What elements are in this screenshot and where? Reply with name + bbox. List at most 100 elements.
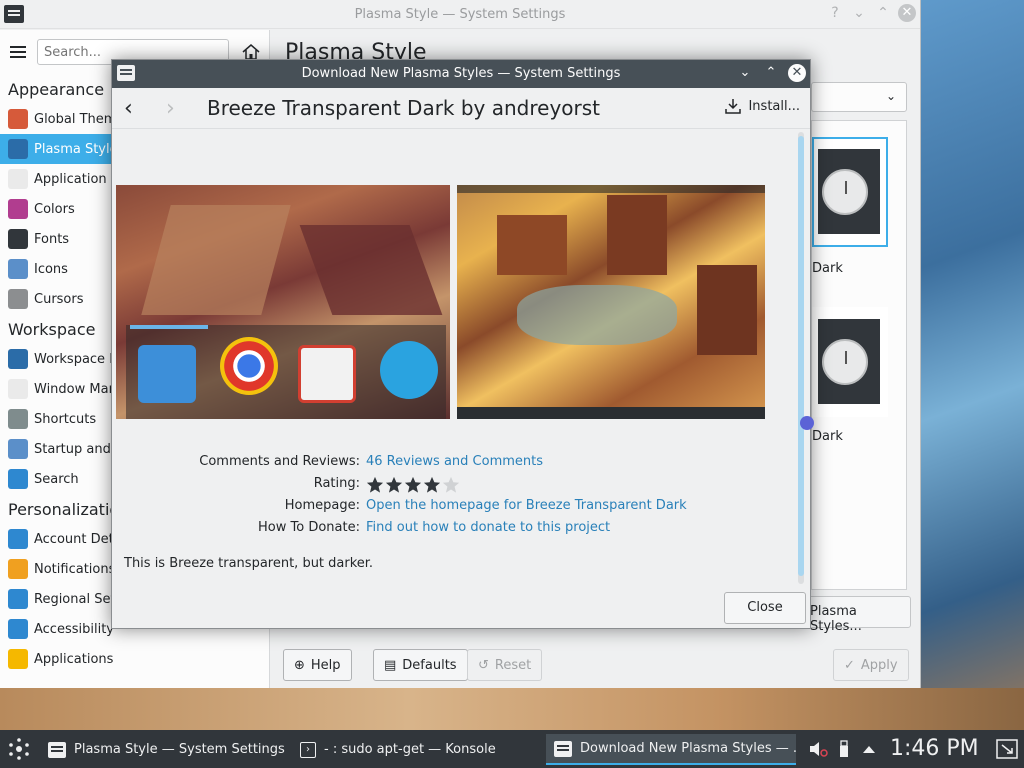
chevron-down-icon: ⌄ — [885, 89, 896, 103]
minimize-icon[interactable]: ⌄ — [736, 64, 754, 82]
regional-settings-icon — [8, 589, 28, 609]
rating-stars — [366, 476, 460, 494]
applications-icon — [8, 649, 28, 669]
scrollbar-grip[interactable] — [800, 416, 814, 430]
homepage-link[interactable]: Open the homepage for Breeze Transparent… — [366, 498, 687, 513]
sidebar-item-applications[interactable]: Applications — [0, 644, 269, 674]
plasma-style-icon — [8, 139, 28, 159]
theme-card[interactable] — [812, 137, 888, 247]
sidebar-item-label: Search — [34, 471, 79, 487]
shortcuts-icon — [8, 409, 28, 429]
startup-shutdown-icon — [8, 439, 28, 459]
sidebar-item-label: Shortcuts — [34, 411, 97, 427]
dialog-scrollbar[interactable] — [798, 132, 804, 584]
desktop-wallpaper-bottom — [0, 688, 1024, 730]
comments-link[interactable]: 46 Reviews and Comments — [366, 454, 543, 469]
apply-button[interactable]: ✓ Apply — [833, 649, 909, 681]
theme-card[interactable] — [812, 307, 888, 417]
task-label: Download New Plasma Styles — ... — [580, 741, 796, 756]
reset-button-label: Reset — [494, 657, 532, 673]
taskbar-preview — [457, 407, 765, 419]
workspace-behavior-icon — [8, 349, 28, 369]
main-window-title: Plasma Style — System Settings — [354, 7, 566, 22]
defaults-button[interactable]: ▤ Defaults — [373, 649, 468, 681]
rating-label: Rating: — [313, 476, 360, 491]
sidebar-item-label: Cursors — [34, 291, 84, 307]
window-management-icon — [8, 379, 28, 399]
icons-icon — [8, 259, 28, 279]
telegram-icon — [380, 341, 438, 399]
defaults-icon: ▤ — [384, 657, 397, 673]
sidebar-item-label: Notifications — [34, 561, 116, 577]
dialog-titlebar[interactable]: Download New Plasma Styles — System Sett… — [112, 60, 810, 88]
help-button[interactable]: ⊕ Help — [283, 649, 352, 681]
help-icon[interactable]: ? — [826, 4, 844, 22]
download-icon — [725, 99, 742, 114]
close-icon[interactable]: ✕ — [898, 4, 916, 22]
scrollbar-handle[interactable] — [798, 136, 804, 576]
home-icon[interactable] — [242, 44, 260, 60]
star-filled-icon — [366, 476, 384, 493]
minimize-icon[interactable]: ⌄ — [850, 4, 868, 22]
gmail-icon — [298, 345, 356, 403]
system-settings-app-icon — [48, 741, 66, 758]
folder-icon — [138, 345, 196, 403]
theme-preview — [818, 149, 880, 234]
chrome-icon — [220, 337, 278, 395]
get-new-plasma-styles-button[interactable]: Plasma Styles... — [801, 596, 911, 634]
show-desktop-icon[interactable] — [996, 739, 1018, 759]
notifications-icon — [8, 559, 28, 579]
help-icon: ⊕ — [294, 657, 305, 673]
install-button[interactable]: Install... — [724, 97, 800, 115]
accessibility-icon — [8, 619, 28, 639]
theme-preview — [818, 319, 880, 404]
preview-screenshot[interactable] — [457, 185, 765, 419]
close-icon[interactable]: ✕ — [788, 64, 806, 82]
donate-link[interactable]: Find out how to donate to this project — [366, 520, 610, 535]
preview-screenshot[interactable] — [116, 185, 450, 419]
close-button[interactable]: Close — [724, 592, 806, 624]
task-konsole[interactable]: › - : sudo apt-get — Konsole — [292, 734, 542, 765]
sidebar-item-label: Applications — [34, 651, 114, 667]
system-settings-app-icon — [554, 740, 572, 757]
chevron-up-icon[interactable] — [862, 744, 876, 754]
help-button-label: Help — [310, 657, 341, 673]
sidebar-item-label: Plasma Style — [34, 141, 118, 157]
task-system-settings[interactable]: Plasma Style — System Settings — [40, 734, 288, 765]
dialog-header: ‹ › Breeze Transparent Dark by andreyors… — [112, 88, 810, 129]
star-empty-icon — [442, 476, 460, 493]
theme-grid: Dark Dark — [811, 120, 907, 590]
usb-device-icon[interactable] — [838, 740, 850, 758]
forward-arrow-icon[interactable]: › — [166, 96, 175, 121]
colors-icon — [8, 199, 28, 219]
volume-muted-icon[interactable] — [808, 740, 828, 758]
main-titlebar[interactable]: Plasma Style — System Settings ? ⌄ ⌃ ✕ — [0, 0, 920, 29]
theme-name: Dark — [812, 429, 843, 444]
reset-button[interactable]: ↺ Reset — [467, 649, 543, 681]
item-description: This is Breeze transparent, but darker. — [124, 556, 374, 571]
maximize-icon[interactable]: ⌃ — [874, 4, 892, 22]
taskbar: Plasma Style — System Settings › - : sud… — [0, 730, 1024, 768]
star-filled-icon — [404, 476, 422, 493]
sidebar-item-label: Colors — [34, 201, 75, 217]
fonts-icon — [8, 229, 28, 249]
hamburger-menu-icon[interactable] — [10, 45, 26, 59]
clock-preview-icon — [822, 339, 868, 385]
application-style-icon — [8, 169, 28, 189]
task-download-dialog[interactable]: Download New Plasma Styles — ... — [546, 734, 796, 765]
application-launcher-icon[interactable] — [4, 735, 34, 763]
star-filled-icon — [385, 476, 403, 493]
konsole-icon: › — [300, 741, 316, 758]
sidebar-item-label: Fonts — [34, 231, 70, 247]
theme-name: Dark — [812, 261, 843, 276]
item-heading: Breeze Transparent Dark by andreyorst — [207, 96, 601, 120]
reset-icon: ↺ — [478, 657, 489, 673]
homepage-label: Homepage: — [284, 498, 360, 513]
digital-clock[interactable]: 1:46 PM — [890, 736, 979, 761]
maximize-icon[interactable]: ⌃ — [762, 64, 780, 82]
cursors-icon — [8, 289, 28, 309]
plasma-style-combo[interactable]: ⌄ — [811, 82, 907, 112]
checkmark-icon: ✓ — [844, 657, 855, 673]
install-button-label: Install... — [748, 98, 800, 114]
back-arrow-icon[interactable]: ‹ — [124, 96, 133, 121]
